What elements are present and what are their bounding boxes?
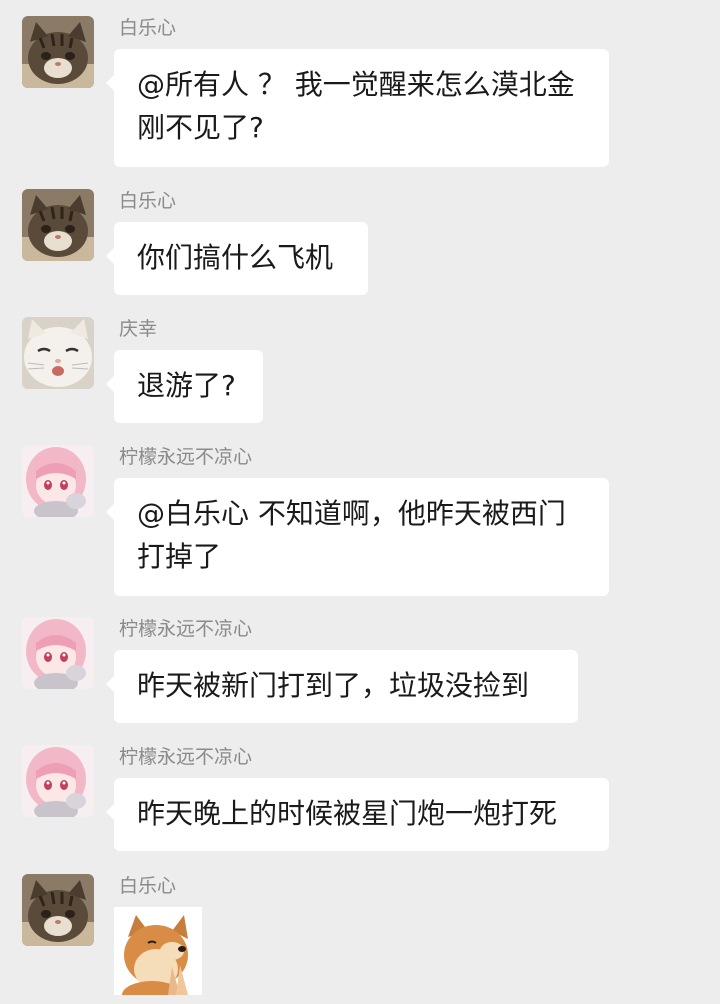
sender-name: 白乐心 <box>119 190 177 212</box>
sender-name: 白乐心 <box>119 875 177 897</box>
tabby-cat-avatar-icon[interactable] <box>22 874 94 946</box>
sender-name: 柠檬永远不凉心 <box>119 446 253 468</box>
message-bubble[interactable]: @所有人 ？ 我一觉醒来怎么漠北金 刚不见了? <box>106 49 609 167</box>
message-bubble[interactable]: 你们搞什么飞机 <box>106 222 368 295</box>
message-bubble[interactable]: 昨天晚上的时候被星门炮一炮打死 <box>106 778 609 851</box>
message-item: 庆幸 退游了? <box>0 317 720 425</box>
message-item: 白乐心 <box>0 874 720 1004</box>
sender-name: 柠檬永远不凉心 <box>119 746 253 768</box>
chat-message-list[interactable]: 白乐心 @所有人 ？ 我一觉醒来怎么漠北金 刚不见了? 白乐心 你们搞什么飞机 <box>0 0 720 1004</box>
anime-girl-avatar-icon[interactable] <box>22 445 94 517</box>
message-item: 柠檬永远不凉心 昨天晚上的时候被星门炮一炮打死 <box>0 745 720 853</box>
sender-name: 柠檬永远不凉心 <box>119 618 253 640</box>
tabby-cat-avatar-icon[interactable] <box>22 189 94 261</box>
message-bubble[interactable]: 昨天被新门打到了，垃圾没捡到 <box>106 650 578 723</box>
praying-doge-sticker-icon[interactable] <box>114 907 202 995</box>
tabby-cat-avatar-icon[interactable] <box>22 16 94 88</box>
message-bubble[interactable]: @白乐心 不知道啊，他昨天被西门 打掉了 <box>106 478 609 596</box>
message-item: 白乐心 你们搞什么飞机 <box>0 189 720 297</box>
message-item: 柠檬永远不凉心 @白乐心 不知道啊，他昨天被西门 打掉了 <box>0 445 720 597</box>
sender-name: 庆幸 <box>119 318 158 340</box>
message-bubble[interactable]: 退游了? <box>106 350 263 423</box>
message-item: 白乐心 @所有人 ？ 我一觉醒来怎么漠北金 刚不见了? <box>0 16 720 168</box>
sender-name: 白乐心 <box>119 17 177 39</box>
anime-girl-avatar-icon[interactable] <box>22 617 94 689</box>
white-cat-avatar-icon[interactable] <box>22 317 94 389</box>
message-item: 柠檬永远不凉心 昨天被新门打到了，垃圾没捡到 <box>0 617 720 725</box>
anime-girl-avatar-icon[interactable] <box>22 745 94 817</box>
